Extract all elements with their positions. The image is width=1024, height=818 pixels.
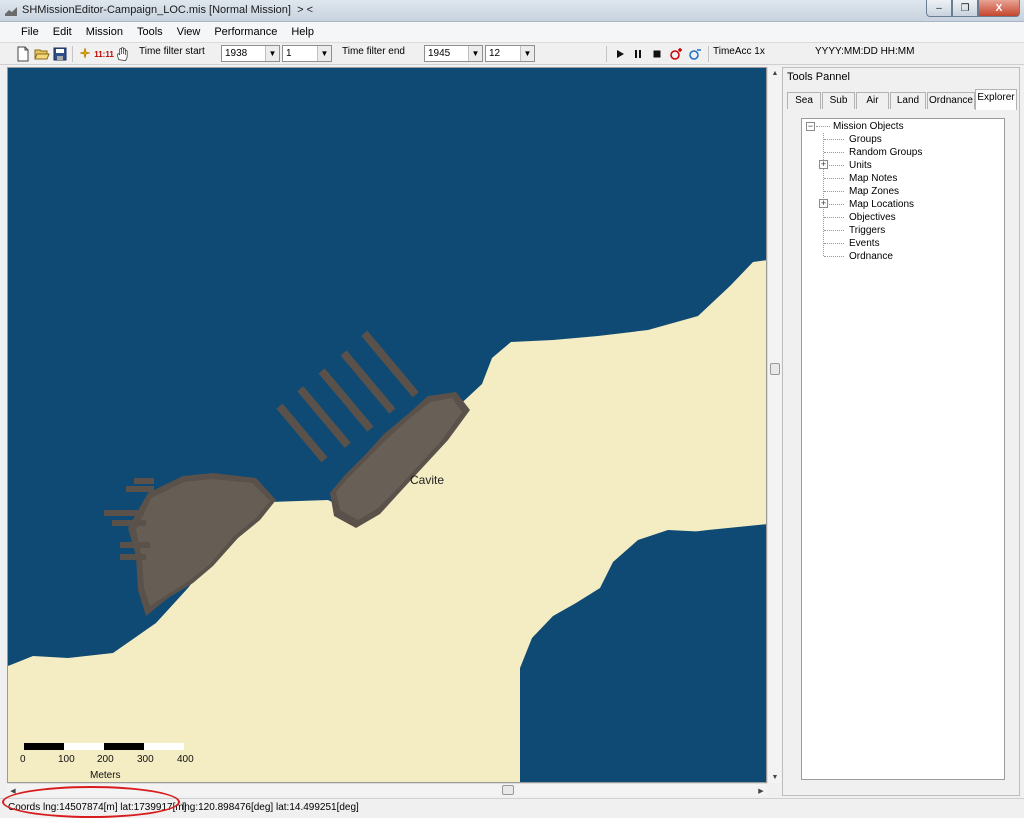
tools-panel-title: Tools Pannel [787,71,850,83]
app-icon [5,7,17,16]
window-title: SHMissionEditor-Campaign_LOC.mis [Normal… [22,4,313,16]
menu-file[interactable]: File [14,22,46,43]
window-controls: – ❐ X [926,0,1020,18]
title-bar: SHMissionEditor-Campaign_LOC.mis [Normal… [0,0,1024,22]
tree-item-map-locations[interactable]: Map Locations [849,198,914,211]
tab-explorer[interactable]: Explorer [975,89,1017,110]
tree-item-events[interactable]: Events [849,237,880,250]
sparkle-icon[interactable] [77,46,93,62]
end-month-select[interactable]: 12 ▼ [485,45,535,62]
scale-tick: 400 [177,754,194,765]
chevron-down-icon: ▼ [468,46,482,61]
scroll-right-icon[interactable]: ▶ [755,784,767,797]
menu-performance[interactable]: Performance [207,22,284,43]
scale-tick: 300 [137,754,154,765]
time-acceleration-label: TimeAcc 1x [713,46,765,57]
pause-icon[interactable] [633,46,643,62]
chevron-down-icon: ▼ [317,46,331,61]
scale-tick: 0 [20,754,26,765]
tree-item-units[interactable]: Units [849,159,872,172]
close-button[interactable]: X [978,0,1020,17]
start-month-select[interactable]: 1 ▼ [282,45,332,62]
menu-tools[interactable]: Tools [130,22,170,43]
expand-icon[interactable]: + [819,160,828,169]
tab-air[interactable]: Air [856,92,889,109]
expand-icon[interactable]: + [819,199,828,208]
scroll-thumb[interactable] [770,363,780,375]
scale-tick: 200 [97,754,114,765]
menu-mission[interactable]: Mission [79,22,130,43]
mission-objects-tree[interactable]: − Mission Objects Groups Random Groups +… [801,118,1005,780]
tab-land[interactable]: Land [890,92,926,109]
tab-sea[interactable]: Sea [787,92,821,109]
map-scale-bar [24,743,184,750]
tree-item-objectives[interactable]: Objectives [849,211,896,224]
hand-pan-icon[interactable] [115,46,130,62]
tree-item-groups[interactable]: Groups [849,133,882,146]
tree-item-triggers[interactable]: Triggers [849,224,885,237]
time-filter-start-label: Time filter start [139,46,205,57]
new-file-icon[interactable] [16,46,30,62]
coords-highlight-circle [2,786,180,818]
scale-tick: 100 [58,754,75,765]
open-folder-icon[interactable] [34,46,50,62]
accelerate-time-icon[interactable] [669,46,683,62]
stop-icon[interactable] [652,46,662,62]
mission-map[interactable]: Cavite 0 100 200 300 400 Meters [7,67,767,783]
tree-root-mission-objects[interactable]: Mission Objects [833,120,904,133]
start-year-select[interactable]: 1938 ▼ [221,45,280,62]
map-vertical-scrollbar[interactable]: ▲ ▼ [767,67,781,783]
map-canvas [8,68,766,782]
scroll-down-icon[interactable]: ▼ [768,771,782,783]
mission-editor-window: SHMissionEditor-Campaign_LOC.mis [Normal… [0,0,1024,818]
collapse-icon[interactable]: − [806,122,815,131]
tab-sub[interactable]: Sub [822,92,855,109]
tools-tabs: Sea Sub Air Land Ordnance Explorer [787,89,1017,110]
save-icon[interactable] [53,46,67,62]
toolbar: 11:11 Time filter start 1938 ▼ 1 ▼ Time fi… [0,43,1024,65]
map-place-label[interactable]: Cavite [410,473,444,487]
mission-datetime-readout: YYYY:MM:DD HH:MM [815,46,915,57]
scale-unit-label: Meters [90,770,121,781]
scroll-up-icon[interactable]: ▲ [768,67,782,79]
tree-item-random-groups[interactable]: Random Groups [849,146,922,159]
tree-item-ordnance[interactable]: Ordnance [849,250,893,263]
minimize-button[interactable]: – [926,0,952,17]
scroll-thumb[interactable] [502,785,514,795]
tree-item-map-zones[interactable]: Map Zones [849,185,899,198]
tools-panel: Tools Pannel Sea Sub Air Land Ordnance E… [782,67,1020,796]
coords-degrees-readout: lng:120.898476[deg] lat:14.499251[deg] [182,802,359,813]
clock-icon[interactable]: 11:11 [94,46,114,62]
end-year-select[interactable]: 1945 ▼ [424,45,483,62]
tab-ordnance[interactable]: Ordnance [927,92,975,109]
chevron-down-icon: ▼ [265,46,279,61]
decelerate-time-icon[interactable] [688,46,702,62]
menu-help[interactable]: Help [284,22,321,43]
menu-bar: File Edit Mission Tools View Performance… [0,22,1024,43]
chevron-down-icon: ▼ [520,46,534,61]
menu-edit[interactable]: Edit [46,22,79,43]
tree-item-map-notes[interactable]: Map Notes [849,172,897,185]
menu-view[interactable]: View [170,22,208,43]
maximize-button[interactable]: ❐ [952,0,978,17]
play-icon[interactable] [615,46,625,62]
time-filter-end-label: Time filter end [342,46,405,57]
